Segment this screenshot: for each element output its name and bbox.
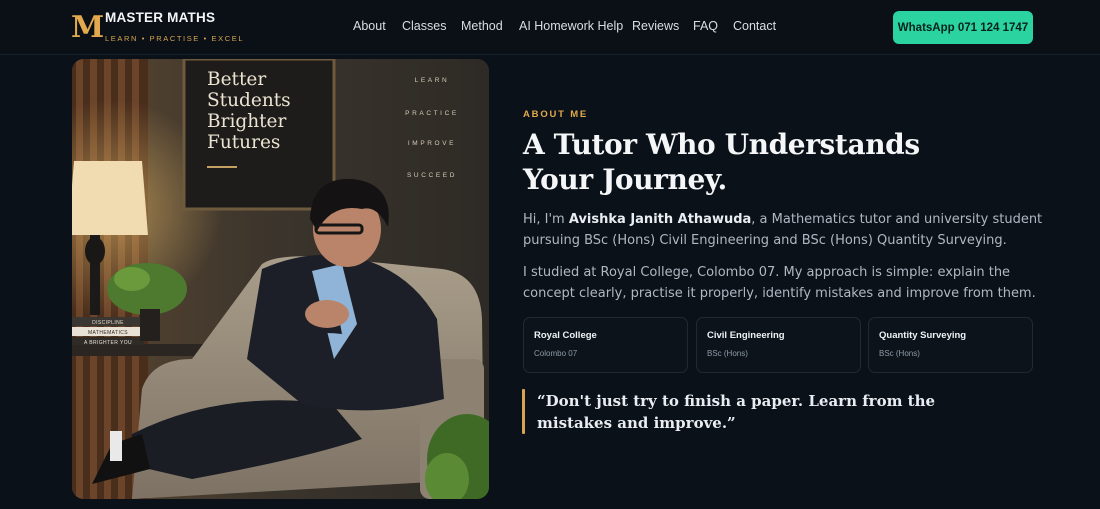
brand-name: MASTER MATHS (105, 10, 216, 25)
intro-paragraph: Hi, I'm Avishka Janith Athawuda, a Mathe… (523, 209, 1043, 251)
nav-link-contact[interactable]: Contact (733, 19, 776, 33)
book-spine-discipline: DISCIPLINE (92, 320, 124, 326)
nav-link-faq[interactable]: FAQ (693, 19, 718, 33)
poster-line: Better (207, 69, 267, 90)
nav-link-reviews[interactable]: Reviews (632, 19, 679, 33)
poster-line: Students (207, 90, 291, 111)
wall-word-improve: IMPROVE (407, 140, 457, 147)
brand-tagline: LEARN • PRACTISE • EXCEL (105, 34, 245, 43)
intro-prefix: Hi, I'm (523, 212, 569, 227)
card-subtitle: BSc (Hons) (879, 349, 920, 358)
top-navigation: M MASTER MATHS LEARN • PRACTISE • EXCEL … (0, 0, 1100, 55)
credential-card-civil-engineering: Civil Engineering BSc (Hons) (696, 317, 861, 373)
poster-line: Futures (207, 132, 281, 153)
card-title: Civil Engineering (707, 330, 785, 341)
tutor-photo: Better Students Brighter Futures LEARN P… (72, 59, 489, 499)
card-title: Quantity Surveying (879, 330, 967, 341)
poster-line: Brighter (207, 111, 287, 132)
logo-letter: M (71, 10, 105, 45)
wall-word-learn: LEARN (414, 77, 450, 84)
poster-text: Better Students Brighter Futures (207, 69, 327, 153)
quote-accent-bar (522, 389, 525, 434)
nav-link-classes[interactable]: Classes (402, 19, 446, 33)
section-heading: A Tutor Who Understands Your Journey. (523, 128, 920, 196)
section-eyebrow: ABOUT ME (523, 109, 589, 120)
credential-card-royal-college: Royal College Colombo 07 (523, 317, 688, 373)
book-spine-mathematics: MATHEMATICS (87, 330, 129, 336)
card-title: Royal College (534, 330, 597, 341)
tutor-name: Avishka Janith Athawuda (568, 212, 752, 227)
nav-link-about[interactable]: About (353, 19, 386, 33)
wall-word-practice: PRACTICE (405, 110, 459, 117)
card-subtitle: BSc (Hons) (707, 349, 748, 358)
approach-paragraph: I studied at Royal College, Colombo 07. … (523, 265, 1036, 301)
wall-word-succeed: SUCCEED (407, 172, 457, 179)
credential-card-quantity-surveying: Quantity Surveying BSc (Hons) (868, 317, 1033, 373)
nav-link-ai-homework-help[interactable]: AI Homework Help (519, 19, 623, 33)
whatsapp-button[interactable]: WhatsApp 071 124 1747 (893, 11, 1033, 44)
card-subtitle: Colombo 07 (534, 349, 578, 358)
nav-link-method[interactable]: Method (461, 19, 503, 33)
book-spine-a-brighter-you: A BRIGHTER YOU (83, 340, 133, 346)
tutor-quote: “Don't just try to finish a paper. Learn… (537, 392, 936, 432)
